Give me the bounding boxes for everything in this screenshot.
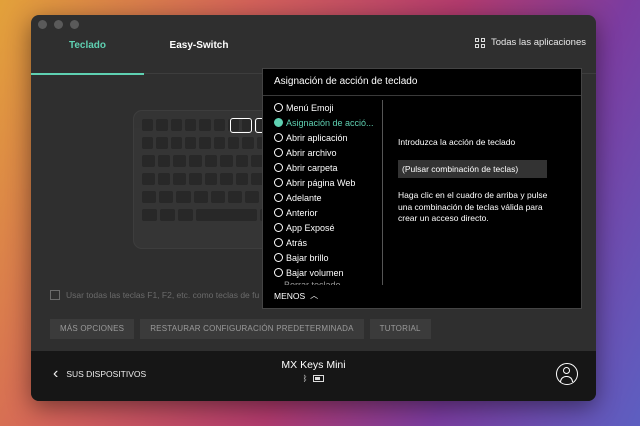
radio-icon — [274, 103, 283, 112]
tab-keyboard[interactable]: Teclado — [31, 37, 144, 75]
panel-divider — [382, 100, 383, 285]
action-item-app-expose[interactable]: App Exposé — [274, 220, 380, 235]
radio-icon — [274, 223, 283, 232]
action-buttons: MÁS OPCIONES RESTAURAR CONFIGURACIÓN PRE… — [50, 319, 431, 339]
action-item-label: Atrás — [286, 237, 308, 248]
radio-selected-icon — [274, 118, 283, 127]
keystroke-input[interactable]: (Pulsar combinación de teclas) — [398, 160, 547, 178]
tutorial-button[interactable]: TUTORIAL — [369, 319, 431, 339]
action-item-back[interactable]: Atrás — [274, 235, 380, 250]
use-fkeys-option[interactable]: Usar todas las teclas F1, F2, etc. como … — [50, 290, 259, 300]
window-controls — [38, 20, 79, 29]
action-item-label: Abrir carpeta — [286, 162, 338, 173]
radio-icon — [274, 268, 283, 277]
action-item-volume-down[interactable]: Bajar volumen — [274, 265, 380, 280]
keystroke-assignment-panel: Asignación de acción de teclado Menú Emo… — [262, 68, 582, 309]
help-text: Haga clic en el cuadro de arriba y pulse… — [398, 190, 548, 223]
grid-icon — [474, 37, 485, 48]
action-item-emoji-menu[interactable]: Menú Emoji — [274, 100, 380, 115]
action-item-label: Abrir aplicación — [286, 132, 348, 143]
action-item-label: Adelante — [286, 192, 322, 203]
radio-icon — [274, 148, 283, 157]
panel-title: Asignación de acción de teclado — [263, 69, 581, 96]
footer-bar: ‹ SUS DISPOSITIVOS MX Keys Mini ᛒ — [31, 351, 596, 401]
minimize-window-button[interactable] — [54, 20, 63, 29]
tab-easy-switch[interactable]: Easy-Switch — [144, 37, 254, 74]
action-item-keystroke-assignment[interactable]: Asignación de acció... — [274, 115, 380, 130]
bluetooth-icon: ᛒ — [302, 374, 308, 383]
device-info: MX Keys Mini ᛒ — [31, 359, 596, 383]
radio-icon — [274, 238, 283, 247]
action-item-brightness-down[interactable]: Bajar brillo — [274, 250, 380, 265]
radio-icon — [274, 178, 283, 187]
close-window-button[interactable] — [38, 20, 47, 29]
action-item-label: Asignación de acció... — [286, 117, 374, 128]
action-item-label: Abrir página Web — [286, 177, 356, 188]
battery-icon — [313, 375, 325, 383]
radio-icon — [274, 133, 283, 142]
highlighted-key[interactable] — [230, 118, 252, 133]
all-apps-label: Todas las aplicaciones — [490, 37, 586, 48]
use-fkeys-checkbox[interactable] — [50, 290, 60, 300]
action-item-label: Abrir archivo — [286, 147, 337, 158]
action-item-forward[interactable]: Adelante — [274, 190, 380, 205]
action-item-open-webpage[interactable]: Abrir página Web — [274, 175, 380, 190]
action-item-label: App Exposé — [286, 222, 335, 233]
keystroke-editor: Introduzca la acción de teclado (Pulsar … — [398, 137, 563, 225]
action-item-label: Bajar brillo — [286, 252, 329, 263]
action-item-partial[interactable]: Borrar teclado — [274, 280, 380, 285]
action-item-open-file[interactable]: Abrir archivo — [274, 145, 380, 160]
device-name: MX Keys Mini — [281, 359, 346, 371]
action-item-previous[interactable]: Anterior — [274, 205, 380, 220]
restore-defaults-button[interactable]: RESTAURAR CONFIGURACIÓN PREDETERMINADA — [140, 319, 364, 339]
use-fkeys-label: Usar todas las teclas F1, F2, etc. como … — [66, 290, 260, 300]
action-list[interactable]: Menú Emoji Asignación de acció... Abrir … — [274, 100, 380, 285]
action-item-label: Anterior — [286, 207, 318, 218]
radio-icon — [274, 208, 283, 217]
all-apps-button[interactable]: Todas las aplicaciones — [474, 37, 586, 48]
radio-icon — [274, 163, 283, 172]
radio-icon — [274, 193, 283, 202]
chevron-up-icon: ︿ — [310, 291, 319, 300]
action-item-open-app[interactable]: Abrir aplicación — [274, 130, 380, 145]
account-icon[interactable] — [556, 363, 578, 385]
action-item-label: Bajar volumen — [286, 267, 344, 278]
more-options-button[interactable]: MÁS OPCIONES — [50, 319, 135, 339]
action-item-open-folder[interactable]: Abrir carpeta — [274, 160, 380, 175]
instruction-label: Introduzca la acción de teclado — [398, 137, 516, 147]
radio-icon — [274, 253, 283, 262]
zoom-window-button[interactable] — [70, 20, 79, 29]
action-item-label: Menú Emoji — [286, 102, 334, 113]
less-label: MENOS — [274, 290, 306, 301]
less-button[interactable]: MENOS ︿ — [274, 290, 318, 301]
